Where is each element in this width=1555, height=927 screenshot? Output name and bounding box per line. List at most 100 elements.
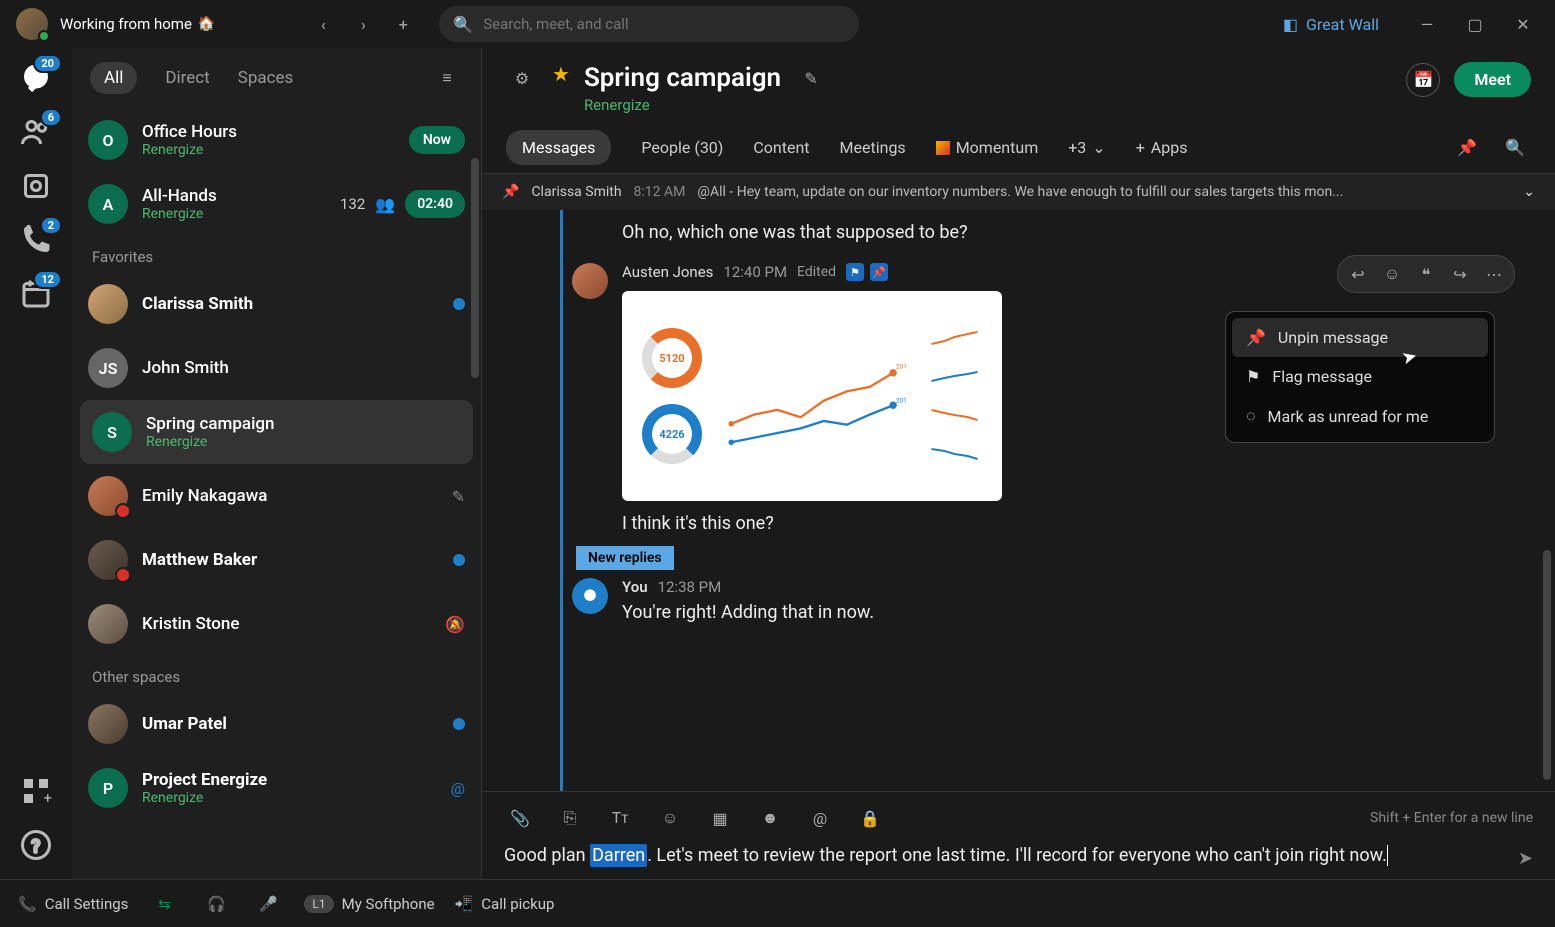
convo-title: All-Hands xyxy=(142,186,326,206)
tab-spaces[interactable]: Spaces xyxy=(238,68,294,88)
tab-content[interactable]: Content xyxy=(753,130,809,165)
chat-tabs: Messages People (30) Content Meetings Mo… xyxy=(482,122,1555,174)
mic-icon[interactable]: 🎤 xyxy=(252,888,284,920)
people-icon: 👥 xyxy=(375,195,395,214)
emoji-icon[interactable]: ☺ xyxy=(654,802,686,834)
chat-title: Spring campaign xyxy=(584,63,781,93)
audio-device-icon[interactable]: ⇆ xyxy=(148,888,180,920)
more-icon[interactable]: ⋯ xyxy=(1478,260,1510,288)
sidebar-scrollbar[interactable] xyxy=(471,158,479,378)
tab-people[interactable]: People (30) xyxy=(641,130,723,165)
convo-project-energize[interactable]: P Project EnergizeRenergize @ xyxy=(72,756,481,820)
tab-meetings[interactable]: Meetings xyxy=(840,130,906,165)
convo-sub: Renergize xyxy=(142,206,326,222)
quote-icon[interactable]: ❝ xyxy=(1410,260,1442,288)
mention-chip[interactable]: Darren xyxy=(590,844,647,867)
org-brand[interactable]: ◧ Great Wall xyxy=(1283,15,1379,34)
attach-icon[interactable]: 📎 xyxy=(504,802,536,834)
message-avatar[interactable] xyxy=(572,578,608,614)
close-button[interactable]: ✕ xyxy=(1507,8,1539,40)
momentum-icon xyxy=(936,141,950,155)
rail-help[interactable]: ? xyxy=(18,827,54,863)
tab-apps[interactable]: + Apps xyxy=(1136,130,1188,165)
send-button[interactable]: ➤ xyxy=(1518,848,1533,869)
messages-scrollbar[interactable] xyxy=(1543,550,1551,780)
convo-all-hands[interactable]: A All-HandsRenergize 132👥02:40 xyxy=(72,172,481,236)
convo-office-hours[interactable]: O Office HoursRenergize Now xyxy=(72,108,481,172)
unread-dot xyxy=(453,718,465,730)
tab-direct[interactable]: Direct xyxy=(165,68,209,88)
pinned-message-bar[interactable]: 📌 Clarissa Smith 8:12 AM @All - Hey team… xyxy=(482,174,1555,210)
search-icon: 🔍 xyxy=(453,15,473,34)
menu-unpin[interactable]: 📌Unpin message xyxy=(1232,318,1488,357)
convo-kristin[interactable]: Kristin Stone 🔕 xyxy=(72,592,481,656)
search-input[interactable]: 🔍 xyxy=(439,6,859,42)
rail-calling[interactable]: 2 xyxy=(18,222,54,258)
nav-back-button[interactable]: ‹ xyxy=(307,8,339,40)
convo-john[interactable]: JS John Smith xyxy=(72,336,481,400)
message-context-menu: 📌Unpin message ⚑Flag message ◌Mark as un… xyxy=(1225,311,1495,443)
convo-sub: Renergize xyxy=(142,790,437,806)
convo-spring-campaign[interactable]: S Spring campaignRenergize xyxy=(80,400,473,464)
headset-icon[interactable]: 🎧 xyxy=(200,888,232,920)
menu-unread[interactable]: ◌Mark as unread for me xyxy=(1232,396,1488,436)
compose-input[interactable]: Good plan Darren. Let's meet to review t… xyxy=(504,842,1506,869)
chart-attachment[interactable]: 5120 4226 20142013 xyxy=(622,291,1002,501)
now-pill[interactable]: Now xyxy=(409,126,465,154)
meet-button[interactable]: Meet xyxy=(1454,62,1531,97)
rail-meetings[interactable]: 12 xyxy=(18,276,54,312)
call-settings-button[interactable]: 📞Call Settings xyxy=(18,895,128,913)
sparklines xyxy=(927,329,982,463)
user-status[interactable]: Working from home 🏠 xyxy=(60,15,215,33)
chat-subtitle: Renergize xyxy=(584,96,827,114)
rail-apps[interactable]: + xyxy=(18,773,54,809)
rail-contacts[interactable]: 6 xyxy=(18,114,54,150)
gear-icon[interactable]: ⚙ xyxy=(506,62,538,94)
rail-teams[interactable] xyxy=(18,168,54,204)
nav-forward-button[interactable]: › xyxy=(347,8,379,40)
search-in-space-icon[interactable]: 🔍 xyxy=(1499,132,1531,164)
flag-badge-icon: ⚑ xyxy=(846,263,864,281)
edit-icon[interactable]: ✎ xyxy=(795,62,827,94)
gif-icon[interactable]: ▦ xyxy=(704,802,736,834)
message-avatar[interactable] xyxy=(572,263,608,299)
screenshot-icon[interactable]: ⎘ xyxy=(554,802,586,834)
mention-icon[interactable]: @ xyxy=(804,802,836,834)
new-button[interactable]: + xyxy=(387,8,419,40)
footer-bar: 📞Call Settings ⇆ 🎧 🎤 L1My Softphone 📲Cal… xyxy=(0,879,1555,927)
pin-list-icon[interactable]: 📌 xyxy=(1451,132,1483,164)
chevron-down-icon[interactable]: ⌄ xyxy=(1523,184,1535,200)
convo-title: Kristin Stone xyxy=(142,614,431,634)
filter-icon[interactable]: ≡ xyxy=(431,62,463,94)
edited-label: Edited xyxy=(797,264,836,280)
convo-umar[interactable]: Umar Patel xyxy=(72,692,481,756)
tab-more[interactable]: +3 ⌄ xyxy=(1068,130,1105,165)
time-pill[interactable]: 02:40 xyxy=(405,190,465,218)
softphone-button[interactable]: L1My Softphone xyxy=(304,895,434,913)
convo-clarissa[interactable]: Clarissa Smith xyxy=(72,272,481,336)
maximize-button[interactable]: ▢ xyxy=(1459,8,1491,40)
tab-momentum[interactable]: Momentum xyxy=(936,130,1039,165)
tab-all[interactable]: All xyxy=(90,62,137,94)
reply-icon[interactable]: ↩ xyxy=(1342,260,1374,288)
minimize-button[interactable]: — xyxy=(1411,8,1443,40)
menu-flag[interactable]: ⚑Flag message xyxy=(1232,357,1488,396)
message-row: Oh no, which one was that supposed to be… xyxy=(552,220,1535,255)
forward-icon[interactable]: ↪ xyxy=(1444,260,1476,288)
star-icon[interactable]: ★ xyxy=(552,62,570,86)
lock-icon[interactable]: 🔒 xyxy=(854,802,886,834)
pinned-author: Clarissa Smith xyxy=(531,184,621,200)
search-field[interactable] xyxy=(483,15,845,33)
user-avatar[interactable] xyxy=(16,8,48,40)
sticker-icon[interactable]: ☻ xyxy=(754,802,786,834)
convo-matthew[interactable]: Matthew Baker xyxy=(72,528,481,592)
tab-messages[interactable]: Messages xyxy=(506,130,611,165)
react-icon[interactable]: ☺ xyxy=(1376,260,1408,288)
donut-chart: 4226 xyxy=(642,404,702,464)
message-text: I think it's this one? xyxy=(622,511,1535,536)
schedule-icon[interactable]: 📅 xyxy=(1406,63,1440,97)
call-pickup-button[interactable]: 📲Call pickup xyxy=(455,895,555,913)
format-icon[interactable]: Tᴛ xyxy=(604,802,636,834)
rail-messaging[interactable]: 20 xyxy=(18,60,54,96)
convo-emily[interactable]: Emily Nakagawa ✎ xyxy=(72,464,481,528)
